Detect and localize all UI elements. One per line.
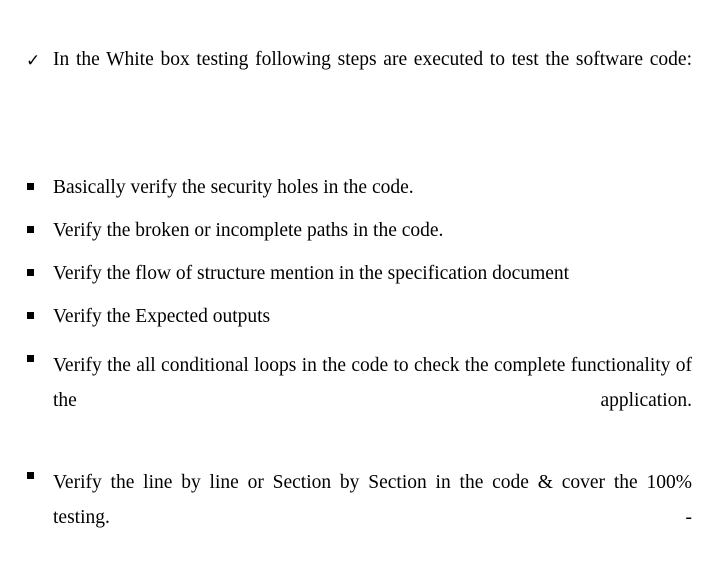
intro-list-item: ✓ In the White box testing following ste… — [26, 48, 692, 96]
list-item: Verify the broken or incomplete paths in… — [26, 219, 692, 242]
steps-bullet-list: Basically verify the security holes in t… — [26, 176, 692, 582]
list-item-text: Verify the line by line or Section by Se… — [53, 472, 692, 528]
list-item-text: Verify the broken or incomplete paths in… — [53, 220, 444, 241]
square-bullet-icon — [27, 183, 34, 190]
check-mark-icon: ✓ — [26, 51, 41, 71]
list-item: Verify the line by line or Section by Se… — [26, 465, 692, 570]
square-bullet-icon — [27, 472, 34, 479]
list-item-text: Verify the all conditional loops in the … — [53, 355, 692, 411]
list-item-text: Basically verify the security holes in t… — [53, 177, 414, 198]
slide-canvas: ✓ In the White box testing following ste… — [0, 0, 720, 540]
square-bullet-icon — [27, 269, 34, 276]
intro-paragraph-text: In the White box testing following steps… — [53, 49, 692, 70]
list-item: Verify the flow of structure mention in … — [26, 262, 692, 285]
square-bullet-icon — [27, 312, 34, 319]
list-item-text: Verify the flow of structure mention in … — [53, 263, 570, 284]
list-item: Verify the all conditional loops in the … — [26, 348, 692, 453]
list-item: Verify the Expected outputs — [26, 305, 692, 328]
square-bullet-icon — [27, 226, 34, 233]
list-item-text: Verify the Expected outputs — [53, 306, 271, 327]
square-bullet-icon — [27, 355, 34, 362]
intro-paragraph-block: ✓ In the White box testing following ste… — [26, 48, 692, 96]
list-item: Basically verify the security holes in t… — [26, 176, 692, 199]
